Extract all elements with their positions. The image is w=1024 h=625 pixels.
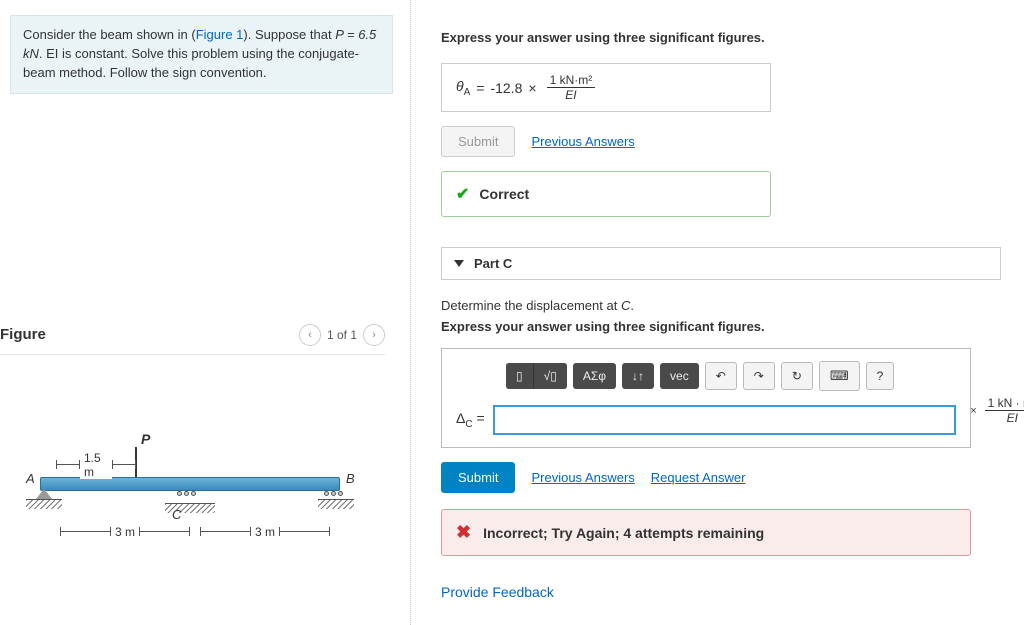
dim-1p5m: 1.5 m bbox=[56, 451, 136, 479]
correct-text: Correct bbox=[479, 186, 529, 202]
problem-pre: Consider the beam shown in ( bbox=[23, 27, 196, 42]
partb-instructions: Express your answer using three signific… bbox=[441, 30, 1014, 45]
undo-button[interactable]: ↶ bbox=[705, 362, 737, 390]
templates-button[interactable]: ▯ bbox=[506, 363, 534, 389]
partb-answer-box: θA = -12.8 × 1 kN·m² EI bbox=[441, 63, 771, 112]
partc-unit: × 1 kN · m³ EI bbox=[970, 397, 1024, 424]
figure-title: Figure bbox=[0, 326, 46, 343]
partc-header[interactable]: Part C bbox=[441, 247, 1001, 280]
point-c-label: C bbox=[172, 507, 181, 522]
force-label: P bbox=[141, 431, 150, 447]
x-icon: ✖ bbox=[456, 522, 471, 543]
dim-3m-left: 3 m bbox=[60, 525, 190, 539]
root-button[interactable]: √▯ bbox=[534, 363, 567, 389]
reset-button[interactable]: ↻ bbox=[781, 362, 813, 390]
figure-header: Figure ‹ 1 of 1 › bbox=[0, 324, 385, 355]
partb-value: -12.8 bbox=[490, 80, 522, 96]
updown-button[interactable]: ↓↑ bbox=[622, 363, 654, 389]
partc-input-widget: ▯ √▯ ΑΣφ ↓↑ vec ↶ ↷ ↻ ⌨ ? ΔC = × 1 kN · … bbox=[441, 348, 971, 448]
problem-statement: Consider the beam shown in (Figure 1). S… bbox=[10, 15, 393, 94]
partc-instructions: Express your answer using three signific… bbox=[441, 319, 1014, 334]
incorrect-text: Incorrect; Try Again; 4 attempts remaini… bbox=[483, 525, 764, 541]
problem-post: ). Suppose that bbox=[243, 27, 335, 42]
beam-bar bbox=[40, 477, 340, 491]
collapse-caret-icon bbox=[454, 260, 464, 267]
partb-correct-feedback: ✔ Correct bbox=[441, 171, 771, 217]
equation-toolbar: ▯ √▯ ΑΣφ ↓↑ vec ↶ ↷ ↻ ⌨ ? bbox=[506, 361, 956, 391]
dim-3m-right: 3 m bbox=[200, 525, 330, 539]
figure-pager: ‹ 1 of 1 › bbox=[299, 324, 385, 346]
support-a-icon bbox=[26, 491, 62, 509]
next-figure-button[interactable]: › bbox=[363, 324, 385, 346]
point-a-label: A bbox=[26, 471, 35, 486]
theta-a-label: θA bbox=[456, 78, 470, 98]
help-button[interactable]: ? bbox=[866, 362, 895, 390]
partc-question: Determine the displacement at C. bbox=[441, 298, 1014, 313]
partc-submit-button[interactable]: Submit bbox=[441, 462, 515, 493]
figure-link[interactable]: Figure 1 bbox=[196, 27, 244, 42]
partc-request-answer-link[interactable]: Request Answer bbox=[651, 470, 746, 485]
delta-c-label: ΔC = bbox=[456, 410, 485, 430]
equals-sign: = bbox=[476, 80, 484, 96]
partc-incorrect-feedback: ✖ Incorrect; Try Again; 4 attempts remai… bbox=[441, 509, 971, 556]
partb-submit-button: Submit bbox=[441, 126, 515, 157]
times-sign: × bbox=[528, 80, 536, 96]
partc-answer-input[interactable] bbox=[493, 405, 956, 435]
provide-feedback-link[interactable]: Provide Feedback bbox=[441, 584, 1014, 600]
point-b-label: B bbox=[346, 471, 355, 486]
vec-button[interactable]: vec bbox=[660, 363, 699, 389]
partc-title: Part C bbox=[474, 256, 512, 271]
partb-unit: 1 kN·m² EI bbox=[547, 74, 596, 101]
partb-previous-answers-link[interactable]: Previous Answers bbox=[531, 134, 634, 149]
partc-previous-answers-link[interactable]: Previous Answers bbox=[531, 470, 634, 485]
support-b-icon bbox=[318, 491, 354, 509]
greek-button[interactable]: ΑΣφ bbox=[573, 363, 616, 389]
keyboard-icon[interactable]: ⌨ bbox=[819, 361, 860, 391]
beam-diagram: P A B C 1.5 m 3 m 3 m bbox=[20, 415, 355, 545]
pager-text: 1 of 1 bbox=[327, 328, 357, 342]
redo-button[interactable]: ↷ bbox=[743, 362, 775, 390]
problem-mid: . EI is constant. Solve this problem usi… bbox=[23, 46, 359, 80]
prev-figure-button[interactable]: ‹ bbox=[299, 324, 321, 346]
check-icon: ✔ bbox=[456, 184, 469, 204]
